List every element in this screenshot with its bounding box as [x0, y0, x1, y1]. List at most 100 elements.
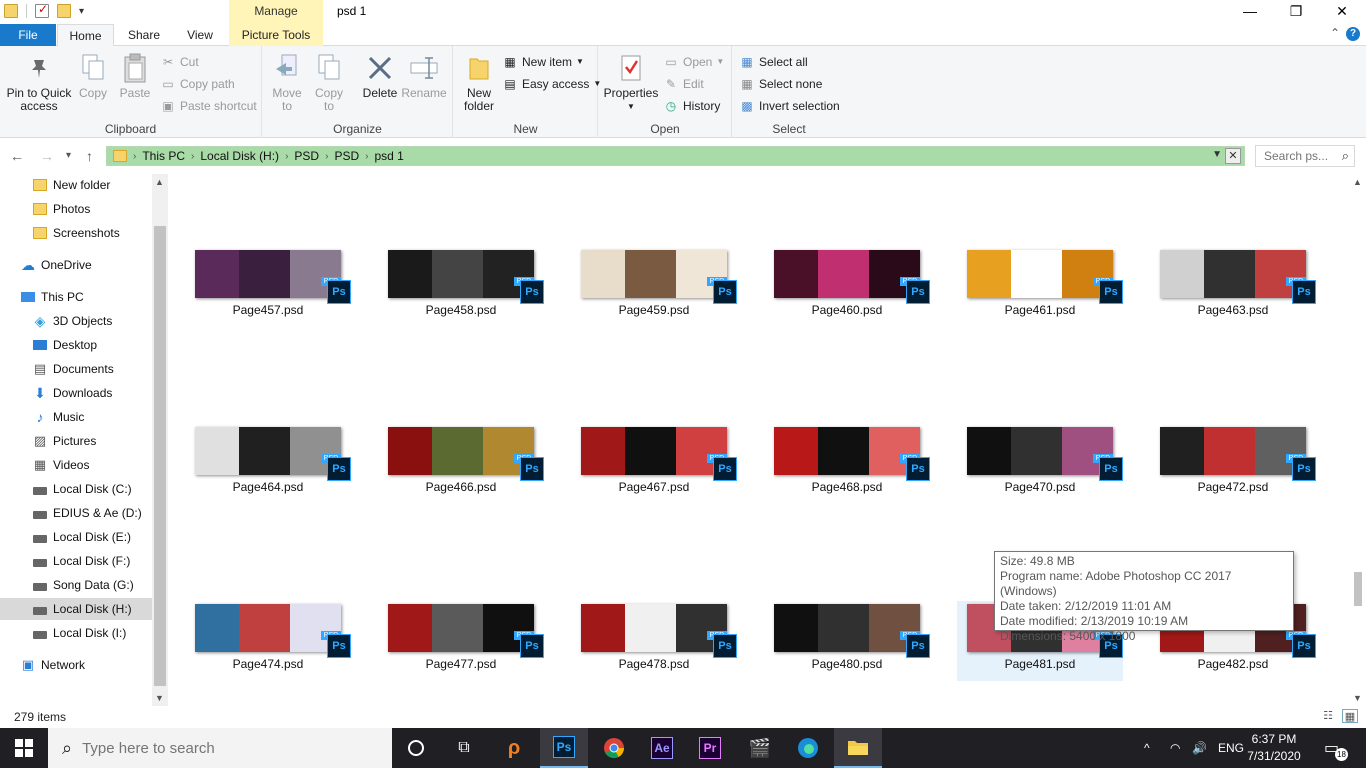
- history-button[interactable]: ◷ History: [663, 96, 721, 116]
- file-explorer-icon[interactable]: [834, 728, 882, 768]
- properties-button[interactable]: Properties ▼: [603, 52, 659, 113]
- sidebar-item[interactable]: ♪ Music: [0, 406, 152, 428]
- scroll-down-icon[interactable]: ▼: [155, 693, 164, 703]
- breadcrumb-item[interactable]: Local Disk (H:): [200, 149, 279, 163]
- sidebar-item[interactable]: ☁ OneDrive: [0, 254, 152, 276]
- scroll-up-icon[interactable]: ▲: [155, 177, 164, 187]
- move-to-button[interactable]: Move to: [267, 52, 307, 113]
- file-item[interactable]: PSDPsPage464.psd: [185, 424, 351, 504]
- chevron-right-icon[interactable]: ›: [285, 151, 288, 162]
- clock[interactable]: 6:37 PM 7/31/2020: [1244, 731, 1304, 765]
- sidebar-item[interactable]: Photos: [0, 198, 152, 220]
- invert-selection-button[interactable]: ▩ Invert selection: [739, 96, 839, 116]
- maximize-button[interactable]: ❐: [1273, 0, 1319, 24]
- notifications-icon[interactable]: ▭ 18: [1324, 738, 1348, 761]
- help-icon[interactable]: ?: [1346, 27, 1360, 41]
- sidebar-item[interactable]: ▣ Network: [0, 654, 152, 676]
- breadcrumb-item[interactable]: PSD: [294, 149, 319, 163]
- file-item[interactable]: PSDPsPage480.psd: [764, 601, 930, 681]
- photoshop-icon[interactable]: Ps: [540, 728, 588, 768]
- customize-qat-icon[interactable]: ▾: [79, 6, 84, 17]
- chevron-right-icon[interactable]: ›: [325, 151, 328, 162]
- sidebar-item[interactable]: Screenshots: [0, 222, 152, 244]
- properties-qat-icon[interactable]: [35, 2, 49, 18]
- file-item[interactable]: PSDPsPage472.psd: [1150, 424, 1316, 504]
- network-tray-icon[interactable]: ◠: [1170, 728, 1180, 768]
- new-folder-button[interactable]: New folder: [458, 52, 500, 113]
- sidebar-item[interactable]: Local Disk (E:): [0, 526, 152, 548]
- sidebar-item[interactable]: EDIUS & Ae (D:): [0, 502, 152, 524]
- start-button[interactable]: [0, 728, 48, 768]
- forward-arrow-icon[interactable]: →: [40, 148, 54, 164]
- copy-button[interactable]: Copy: [74, 52, 112, 100]
- cut-button[interactable]: ✂ Cut: [160, 52, 199, 72]
- sidebar-item[interactable]: ▦ Videos: [0, 454, 152, 476]
- chevron-right-icon[interactable]: ›: [365, 151, 368, 162]
- scrollbar-thumb[interactable]: [154, 226, 166, 686]
- sidebar-item[interactable]: Song Data (G:): [0, 574, 152, 596]
- sidebar-item[interactable]: Local Disk (F:): [0, 550, 152, 572]
- task-view-icon[interactable]: ⧉: [440, 728, 488, 768]
- rename-button[interactable]: Rename: [401, 52, 447, 100]
- sidebar-item[interactable]: Local Disk (I:): [0, 622, 152, 644]
- folder-icon[interactable]: [4, 4, 18, 18]
- tab-home[interactable]: Home: [57, 24, 114, 47]
- cortana-icon[interactable]: [392, 728, 440, 768]
- recent-locations-icon[interactable]: ▾: [66, 150, 71, 161]
- minimize-button[interactable]: —: [1227, 0, 1273, 24]
- easy-access-button[interactable]: ▤ Easy access ▼: [502, 74, 601, 94]
- details-view-icon[interactable]: ☷: [1320, 709, 1336, 723]
- up-arrow-icon[interactable]: ↑: [86, 148, 93, 164]
- close-icon[interactable]: ✕: [1225, 148, 1241, 164]
- file-item[interactable]: PSDPsPage460.psd: [764, 247, 930, 327]
- file-item[interactable]: PSDPsPage459.psd: [571, 247, 737, 327]
- sidebar-item[interactable]: New folder: [0, 174, 152, 196]
- file-item[interactable]: PSDPsPage457.psd: [185, 247, 351, 327]
- taskbar-search-input[interactable]: [82, 739, 363, 757]
- close-button[interactable]: ✕: [1319, 0, 1365, 24]
- file-item[interactable]: PSDPsPage458.psd: [378, 247, 544, 327]
- sidebar-item[interactable]: ◈ 3D Objects: [0, 310, 152, 332]
- breadcrumb-item[interactable]: PSD: [334, 149, 359, 163]
- sidebar-item[interactable]: ▤ Documents: [0, 358, 152, 380]
- pin-to-quick-access-button[interactable]: Pin to Quick access: [4, 52, 74, 113]
- file-item[interactable]: PSDPsPage474.psd: [185, 601, 351, 681]
- paste-button[interactable]: Paste: [114, 52, 156, 100]
- collapse-ribbon-icon[interactable]: ⌃: [1330, 26, 1340, 40]
- file-item[interactable]: PSDPsPage466.psd: [378, 424, 544, 504]
- file-item[interactable]: PSDPsPage478.psd: [571, 601, 737, 681]
- breadcrumb-item[interactable]: psd 1: [374, 149, 403, 163]
- taskbar-search[interactable]: ⌕: [48, 728, 392, 768]
- show-hidden-icons-icon[interactable]: ^: [1144, 728, 1150, 768]
- file-item[interactable]: PSDPsPage467.psd: [571, 424, 737, 504]
- tab-file[interactable]: File: [0, 24, 56, 46]
- language-indicator[interactable]: ENG: [1218, 728, 1244, 768]
- sidebar-item[interactable]: Local Disk (C:): [0, 478, 152, 500]
- edge-icon[interactable]: [784, 728, 832, 768]
- large-icons-view-icon[interactable]: ▦: [1342, 709, 1358, 723]
- back-arrow-icon[interactable]: ←: [10, 148, 24, 164]
- address-bar[interactable]: › This PC › Local Disk (H:) › PSD › PSD …: [106, 146, 1245, 166]
- nav-scrollbar[interactable]: ▲ ▼: [152, 174, 168, 706]
- tab-share[interactable]: Share: [115, 24, 173, 46]
- new-item-button[interactable]: ▦ New item ▼: [502, 52, 584, 72]
- file-item[interactable]: PSDPsPage468.psd: [764, 424, 930, 504]
- tab-view[interactable]: View: [173, 24, 227, 46]
- delete-button[interactable]: Delete: [357, 52, 403, 100]
- chrome-icon[interactable]: [590, 728, 638, 768]
- sidebar-item[interactable]: ▨ Pictures: [0, 430, 152, 452]
- file-item[interactable]: PSDPsPage470.psd: [957, 424, 1123, 504]
- search-box[interactable]: ⌕: [1255, 145, 1355, 167]
- scrollbar-thumb[interactable]: [1354, 572, 1362, 606]
- file-item[interactable]: PSDPsPage463.psd: [1150, 247, 1316, 327]
- sidebar-item[interactable]: This PC: [0, 286, 152, 308]
- address-dropdown-icon[interactable]: ▼: [1212, 149, 1222, 160]
- search-app-icon[interactable]: ρ: [490, 728, 538, 768]
- chevron-right-icon[interactable]: ›: [133, 151, 136, 162]
- select-all-button[interactable]: ▦ Select all: [739, 52, 807, 72]
- file-item[interactable]: PSDPsPage461.psd: [957, 247, 1123, 327]
- select-none-button[interactable]: ▦ Select none: [739, 74, 822, 94]
- after-effects-icon[interactable]: Ae: [638, 728, 686, 768]
- volume-icon[interactable]: 🔊: [1192, 728, 1207, 768]
- edit-button[interactable]: ✎ Edit: [663, 74, 704, 94]
